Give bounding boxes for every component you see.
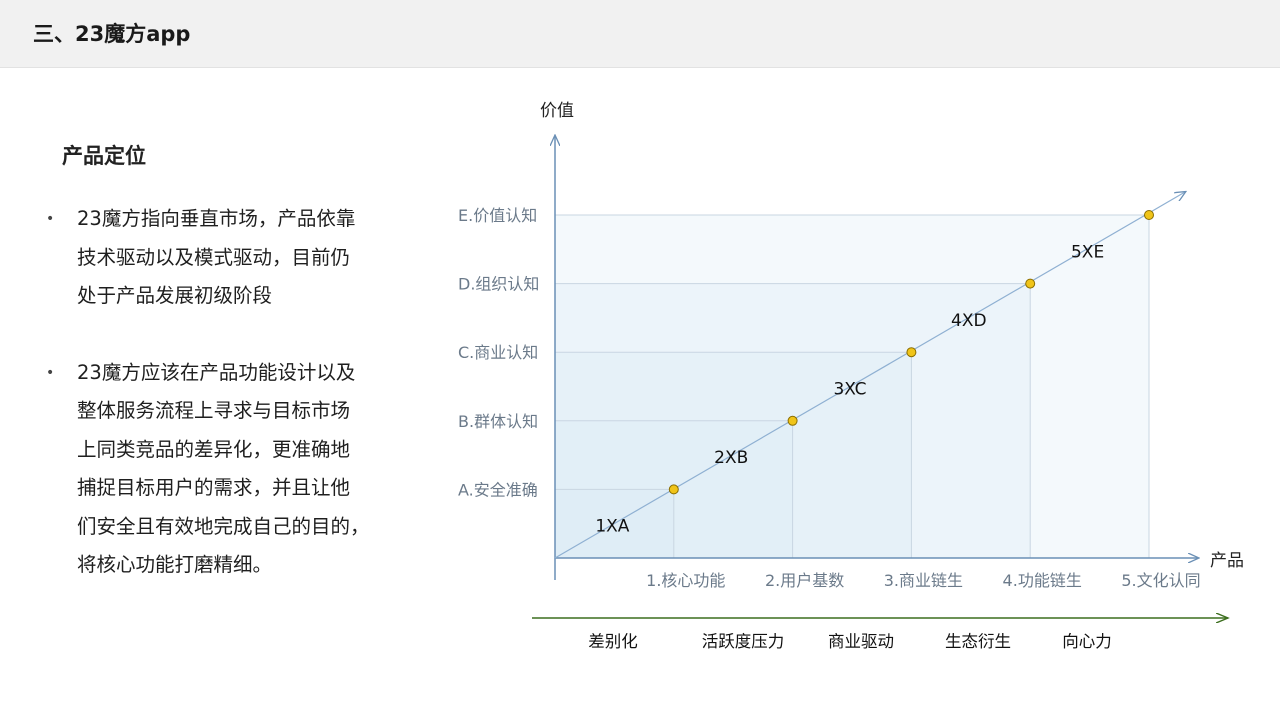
value-product-chart: 价值产品 A.安全准确 B.群体认知 C.商业认知 D.组织认知 E.价值认知 1.核心功能…	[458, 101, 1244, 651]
bullet-list: • 23魔方指向垂直市场，产品依靠 技术驱动以及模式驱动，目前仍 处于产品发展初…	[46, 200, 406, 585]
data-point	[1025, 278, 1036, 289]
bullet-line: 23魔方指向垂直市场，产品依靠	[77, 207, 356, 230]
bottom-axis: 差别化 活跃度压力 商业驱动 生态衍生 向心力	[532, 618, 1228, 651]
point-label: 2XB	[714, 448, 748, 468]
bullet-line: 23魔方应该在产品功能设计以及	[77, 360, 356, 384]
bottom-label: 向心力	[1062, 632, 1112, 651]
data-point	[906, 347, 917, 358]
bullet-dot-icon: •	[46, 211, 55, 227]
bullet-line: 整体服务流程上寻求与目标市场	[77, 399, 351, 422]
point-label: 5XE	[1071, 242, 1104, 262]
data-point	[668, 484, 679, 495]
bottom-label: 活跃度压力	[702, 632, 785, 651]
data-point	[1144, 210, 1154, 220]
bullet-line: 技术驱动以及模式驱动，目前仍	[77, 245, 351, 269]
bullet-line: 上同类竞品的差异化，更准确地	[77, 437, 351, 461]
x-tick-label: 1.核心功能	[646, 571, 725, 590]
bottom-label: 生态衍生	[945, 632, 1011, 651]
x-tick-label: 4.功能链生	[1003, 571, 1082, 590]
bullet-item: • 23魔方指向垂直市场，产品依靠 技术驱动以及模式驱动，目前仍 处于产品发展初…	[46, 200, 406, 316]
data-point	[787, 415, 798, 426]
y-tick-label: B.群体认知	[458, 412, 538, 431]
bullet-line: 处于产品发展初级阶段	[77, 284, 273, 307]
y-tick-label: C.商业认知	[458, 343, 538, 362]
y-tick-label: D.组织认知	[458, 275, 539, 294]
x-tick-label: 5.文化认同	[1121, 571, 1200, 590]
page-title: 三、23魔方app	[33, 22, 191, 46]
point-label: 1XA	[595, 517, 629, 537]
y-axis-title: 价值	[540, 101, 574, 121]
x-tick-label: 3.商业链生	[884, 571, 963, 590]
bullet-line: 将核心功能打磨精细。	[77, 553, 273, 576]
x-axis-title: 产品	[1210, 551, 1244, 571]
y-tick-label: A.安全准确	[458, 480, 538, 499]
x-tick-label: 2.用户基数	[765, 571, 844, 590]
section-title: 产品定位	[62, 144, 146, 168]
bullet-dot-icon: •	[46, 364, 55, 381]
bullet-line: 捕捉目标用户的需求，并且让他	[77, 476, 351, 499]
bullet-line: 们安全且有效地完成自己的目的，	[77, 514, 370, 538]
y-tick-label: E.价值认知	[458, 206, 537, 225]
point-label: 4XD	[951, 311, 987, 331]
point-label: 3XC	[833, 380, 866, 400]
header-bar: 三、23魔方app	[0, 0, 1280, 68]
bottom-label: 差别化	[588, 632, 638, 651]
bottom-label: 商业驱动	[828, 632, 894, 651]
bullet-item: • 23魔方应该在产品功能设计以及 整体服务流程上寻求与目标市场 上同类竞品的差…	[46, 354, 406, 585]
